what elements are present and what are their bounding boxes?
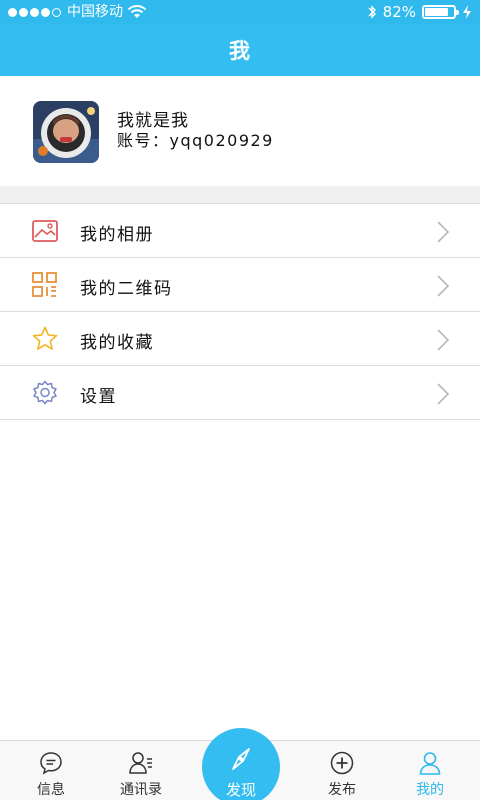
chevron-right-icon	[437, 221, 450, 243]
contacts-icon	[129, 752, 152, 774]
gear-icon	[33, 380, 57, 405]
menu-item-label: 我的二维码	[80, 279, 173, 299]
tab-label: 发现	[225, 781, 256, 799]
message-icon	[40, 752, 62, 775]
tab-discover[interactable]: 发现	[202, 728, 280, 800]
menu-item-label: 我的相册	[80, 225, 154, 245]
tab-me[interactable]: 我的	[390, 741, 470, 800]
avatar-image	[33, 101, 99, 163]
profile-card[interactable]: 我就是我 账号：yqq020929	[0, 76, 480, 186]
menu-item-label: 我的收藏	[80, 333, 154, 353]
compass-icon	[232, 748, 250, 770]
battery-level-fill	[425, 8, 448, 16]
tab-label: 发布	[328, 782, 356, 798]
plus-circle-icon	[330, 751, 354, 775]
tab-label: 信息	[37, 782, 65, 798]
status-bar: 中国移动 82%	[0, 0, 480, 24]
battery-icon	[422, 5, 459, 19]
navigation-bar: 我	[0, 24, 480, 76]
section-divider	[0, 186, 480, 203]
tab-publish[interactable]: 发布	[302, 741, 382, 800]
bluetooth-icon	[368, 5, 376, 19]
tab-label: 通讯录	[120, 782, 162, 798]
carrier-name: 中国移动	[67, 4, 123, 20]
menu-item-settings[interactable]: 设置	[0, 366, 480, 420]
menu-item-favorites[interactable]: 我的收藏	[0, 312, 480, 366]
person-icon	[419, 752, 441, 775]
chevron-right-icon	[437, 329, 450, 351]
tab-messages[interactable]: 信息	[11, 741, 91, 800]
menu-item-qrcode[interactable]: 我的二维码	[0, 258, 480, 312]
album-icon	[32, 220, 58, 242]
avatar[interactable]	[33, 101, 99, 163]
chevron-right-icon	[437, 275, 450, 297]
charging-icon	[463, 5, 471, 19]
profile-account: 账号：yqq020929	[117, 131, 274, 150]
signal-strength-icon	[8, 7, 61, 17]
menu-item-album[interactable]: 我的相册	[0, 204, 480, 258]
menu-item-label: 设置	[80, 387, 117, 407]
page-title: 我	[229, 39, 251, 63]
menu-list: 我的相册 我的二维码 我的收藏 设置	[0, 203, 480, 420]
qrcode-icon	[32, 272, 57, 297]
battery-percentage: 82%	[382, 3, 416, 21]
wifi-icon	[127, 5, 147, 18]
tab-contacts[interactable]: 通讯录	[101, 741, 181, 800]
chevron-right-icon	[437, 383, 450, 405]
star-icon	[32, 326, 58, 350]
tab-label: 我的	[416, 782, 444, 798]
